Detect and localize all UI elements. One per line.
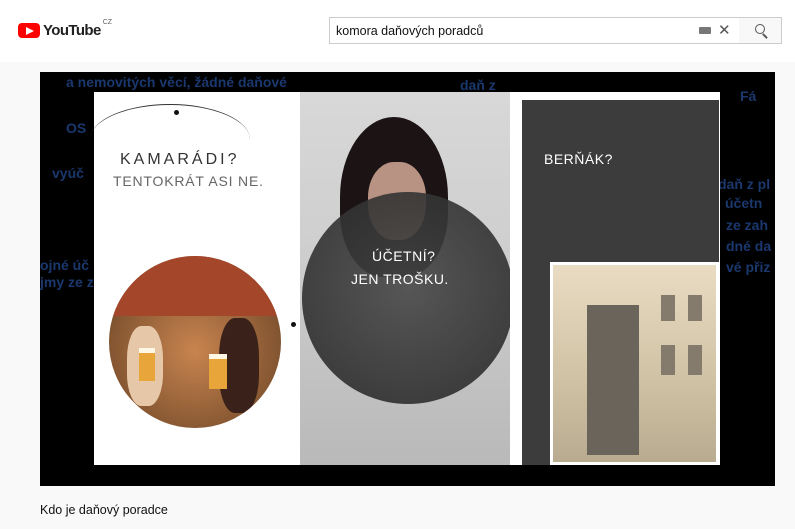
bg-text-line: vé přiz [726,259,771,275]
overlay-text-ucetni: ÚČETNÍ? [372,248,436,264]
bg-text-line: dné da [726,238,772,254]
bg-text-line: vyúč [52,165,84,181]
bg-text-line: účetn [725,195,763,211]
overlay-text-bernak: BERŇÁK? [544,151,613,167]
dark-circle-overlay [302,192,514,404]
bg-text-line: Fá [740,88,757,104]
masthead: YouTube CZ ✕ [0,0,795,62]
decorative-dot [291,322,296,327]
search-box: ✕ [329,17,740,44]
bg-text-line: OS [66,120,87,136]
video-title[interactable]: Kdo je daňový poradce [40,503,168,517]
bg-text-line: jmy ze z [40,274,94,290]
overlay-text-jen-trosku: JEN TROŠKU. [351,271,449,287]
bg-text-line: ze zah [726,217,769,233]
bg-text-line: daň z pl [718,176,771,192]
tax-office-building-photo [550,262,719,465]
overlay-text-kamaradi: KAMARÁDI? [120,151,240,168]
decorative-dot [174,110,179,115]
search-button[interactable] [739,17,782,44]
bg-text-line: ojné úč [40,257,90,273]
clear-icon[interactable]: ✕ [718,21,731,40]
bg-text-line: a nemovitých věcí, žádné daňové [66,74,287,90]
bg-text-line: daň z [460,77,496,93]
friends-beer-photo [105,252,285,432]
youtube-play-icon [18,23,40,38]
logo-text: YouTube [43,22,101,39]
logo-country-code: CZ [102,19,113,26]
search-input[interactable] [330,18,696,43]
overlay-text-tentokrat: TENTOKRÁT ASI NE. [113,173,264,189]
youtube-logo[interactable]: YouTube CZ [18,19,113,39]
keyboard-icon[interactable] [699,27,711,34]
video-player[interactable]: a nemovitých věcí, žádné daňové OS vyúč … [40,72,775,486]
